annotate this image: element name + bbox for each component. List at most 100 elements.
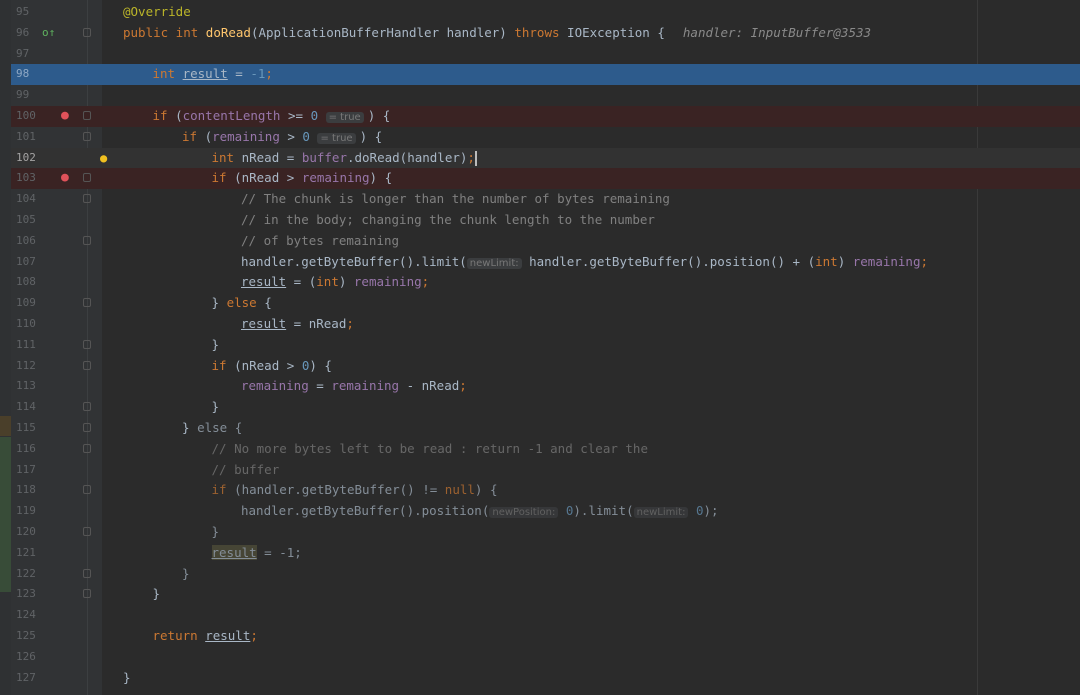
code-line[interactable]: 126 <box>11 647 1080 668</box>
code-text[interactable]: handler.getByteBuffer().position(newPosi… <box>241 501 719 524</box>
code-text[interactable]: } <box>212 522 220 543</box>
code-text[interactable]: // buffer <box>212 460 280 481</box>
line-number[interactable]: 123 <box>16 584 42 605</box>
code-line[interactable]: 109} else { <box>11 293 1080 314</box>
line-number[interactable]: 96 <box>16 23 42 44</box>
fold-marker-icon[interactable] <box>83 298 91 308</box>
line-number[interactable]: 115 <box>16 418 42 439</box>
code-line[interactable]: 121 result = -1; <box>11 543 1080 564</box>
code-text[interactable]: result = -1; <box>211 543 302 564</box>
line-number[interactable]: 125 <box>16 626 42 647</box>
code-text[interactable]: } <box>153 584 161 605</box>
code-line[interactable]: 95 @Override <box>11 2 1080 23</box>
code-text[interactable]: result = (int) remaining; <box>241 272 429 293</box>
fold-marker-icon[interactable] <box>83 360 91 370</box>
line-number[interactable]: 127 <box>16 668 42 689</box>
line-number[interactable]: 112 <box>16 356 42 377</box>
code-line[interactable]: 97 <box>11 44 1080 65</box>
code-line[interactable]: 103 ● if (nRead > remaining) { <box>11 168 1080 190</box>
code-text[interactable]: } <box>123 668 131 689</box>
line-number[interactable]: 113 <box>16 376 42 397</box>
line-number[interactable]: 101 <box>16 127 42 148</box>
fold-marker-icon[interactable] <box>83 131 91 141</box>
line-number[interactable]: 98 <box>16 64 42 85</box>
code-text[interactable]: int nRead = buffer.doRead(handler); <box>212 148 477 169</box>
line-number[interactable]: 108 <box>16 272 42 293</box>
fold-marker-icon[interactable] <box>83 402 91 412</box>
line-number[interactable]: 116 <box>16 439 42 460</box>
code-text[interactable]: } <box>212 335 220 356</box>
code-line[interactable]: 111} <box>11 335 1080 356</box>
code-text[interactable]: if (nRead > 0) { <box>212 356 332 377</box>
code-line[interactable]: 96 o↑ public int doRead(ApplicationBufferH… <box>11 23 1080 44</box>
line-number[interactable]: 118 <box>16 480 42 501</box>
code-line[interactable]: 102 ● int nRead = buffer.doRead(handler); <box>11 147 1080 169</box>
change-marker-added[interactable] <box>0 437 11 592</box>
code-text[interactable]: // of bytes remaining <box>241 231 399 252</box>
code-text[interactable]: return result; <box>153 626 258 647</box>
code-line[interactable]: 123} <box>11 584 1080 605</box>
fold-marker-icon[interactable] <box>83 111 91 120</box>
fold-marker-icon[interactable] <box>83 235 91 245</box>
code-text[interactable]: @Override <box>123 2 191 23</box>
line-number[interactable]: 111 <box>16 335 42 356</box>
line-number[interactable]: 99 <box>16 85 42 106</box>
code-text[interactable]: remaining = remaining - nRead; <box>241 376 467 397</box>
code-text[interactable]: } else { <box>182 418 242 439</box>
code-line[interactable]: 116 // No more bytes left to be read : re… <box>11 439 1080 460</box>
code-line[interactable]: 122} <box>11 564 1080 585</box>
change-marker-modified[interactable] <box>0 416 11 436</box>
fold-marker-icon[interactable] <box>83 339 91 349</box>
line-number[interactable]: 114 <box>16 397 42 418</box>
breakpoint-icon[interactable]: ● <box>61 106 69 127</box>
line-number[interactable]: 102 <box>16 148 42 169</box>
line-number[interactable]: 124 <box>16 605 42 626</box>
line-number[interactable]: 117 <box>16 460 42 481</box>
code-line[interactable]: 110 result = nRead; <box>11 314 1080 335</box>
code-line[interactable]: 112 if (nRead > 0) { <box>11 356 1080 377</box>
code-line[interactable]: 108 result = (int) remaining; <box>11 272 1080 293</box>
fold-marker-icon[interactable] <box>83 527 91 536</box>
code-text[interactable]: if (nRead > remaining) { <box>212 168 393 189</box>
code-text[interactable]: result = nRead; <box>241 314 354 335</box>
breakpoint-icon[interactable]: ● <box>61 168 69 189</box>
code-line[interactable]: 98 int result = -1; <box>11 64 1080 86</box>
code-text[interactable]: // The chunk is longer than the number o… <box>241 189 670 210</box>
line-number[interactable]: 103 <box>16 168 42 189</box>
line-number[interactable]: 110 <box>16 314 42 335</box>
code-line[interactable]: 105 // in the body; changing the chunk le… <box>11 210 1080 231</box>
line-number[interactable]: 97 <box>16 44 42 65</box>
code-line[interactable]: 120} <box>11 522 1080 543</box>
code-line[interactable]: 99 <box>11 85 1080 106</box>
code-text[interactable]: if (contentLength >= 0 = true) { <box>153 106 390 129</box>
fold-marker-icon[interactable] <box>83 173 91 183</box>
code-text[interactable]: // No more bytes left to be read : retur… <box>212 439 649 460</box>
line-number[interactable]: 126 <box>16 647 42 668</box>
fold-marker-icon[interactable] <box>83 568 91 578</box>
fold-marker-icon[interactable] <box>83 485 91 495</box>
code-line[interactable]: 117 // buffer <box>11 460 1080 481</box>
code-text[interactable]: if (remaining > 0 = true) { <box>182 127 382 150</box>
code-line[interactable]: 125 return result; <box>11 626 1080 647</box>
fold-marker-icon[interactable] <box>83 27 91 37</box>
line-number[interactable]: 104 <box>16 189 42 210</box>
code-text[interactable]: public int doRead(ApplicationBufferHandl… <box>123 23 871 44</box>
line-number[interactable]: 95 <box>16 2 42 23</box>
code-line[interactable]: 100 ● if (contentLength >= 0 = true) { <box>11 106 1080 127</box>
code-text[interactable]: handler.getByteBuffer().limit(newLimit: … <box>241 252 928 275</box>
line-number[interactable]: 121 <box>16 543 42 564</box>
code-line[interactable]: 124 <box>11 605 1080 626</box>
code-text[interactable]: } <box>212 397 220 418</box>
fold-marker-icon[interactable] <box>83 423 91 432</box>
line-number[interactable]: 122 <box>16 564 42 585</box>
code-line[interactable]: 106 // of bytes remaining <box>11 231 1080 252</box>
line-number[interactable]: 106 <box>16 231 42 252</box>
code-text[interactable]: int result = -1; <box>153 64 273 85</box>
line-number[interactable]: 120 <box>16 522 42 543</box>
override-up-arrow-icon[interactable]: o↑ <box>42 23 55 44</box>
fold-marker-icon[interactable] <box>83 443 91 453</box>
line-number[interactable]: 119 <box>16 501 42 522</box>
code-text[interactable]: if (handler.getByteBuffer() != null) { <box>212 480 498 501</box>
code-editor[interactable]: 95 @Override 96 o↑ public int doRead(Applica… <box>0 0 1080 695</box>
code-line[interactable]: 107 handler.getByteBuffer().limit(newLimi… <box>11 252 1080 273</box>
